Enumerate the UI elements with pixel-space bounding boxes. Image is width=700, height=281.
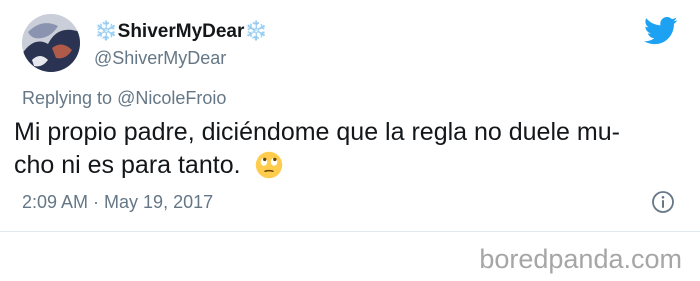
replying-to: Replying to @NicoleFroio <box>22 88 226 109</box>
tweet-text-line-2-content: cho ni es para tanto. <box>14 151 241 179</box>
info-icon[interactable] <box>651 190 675 214</box>
mention-link[interactable]: @NicoleFroio <box>117 88 226 108</box>
tweet-text: Mi propio padre, diciéndome que la regla… <box>14 116 694 182</box>
rolling-eyes-emoji-icon <box>255 151 282 179</box>
avatar[interactable] <box>22 14 80 72</box>
tweet-card: ❄️ShiverMyDear❄️ @ShiverMyDear Replying … <box>0 0 700 281</box>
tweet-text-line-2: cho ni es para tanto. <box>14 149 694 182</box>
divider <box>0 231 700 232</box>
display-name[interactable]: ❄️ShiverMyDear❄️ <box>94 19 268 43</box>
tweet-timestamp[interactable]: 2:09 AM · May 19, 2017 <box>22 192 213 213</box>
tweet-text-line-1: Mi propio padre, diciéndome que la regla… <box>14 118 620 146</box>
replying-prefix: Replying to <box>22 88 113 108</box>
user-handle[interactable]: @ShiverMyDear <box>94 48 226 69</box>
boredpanda-watermark: boredpanda.com <box>479 244 682 274</box>
twitter-bird-icon[interactable] <box>644 16 678 46</box>
